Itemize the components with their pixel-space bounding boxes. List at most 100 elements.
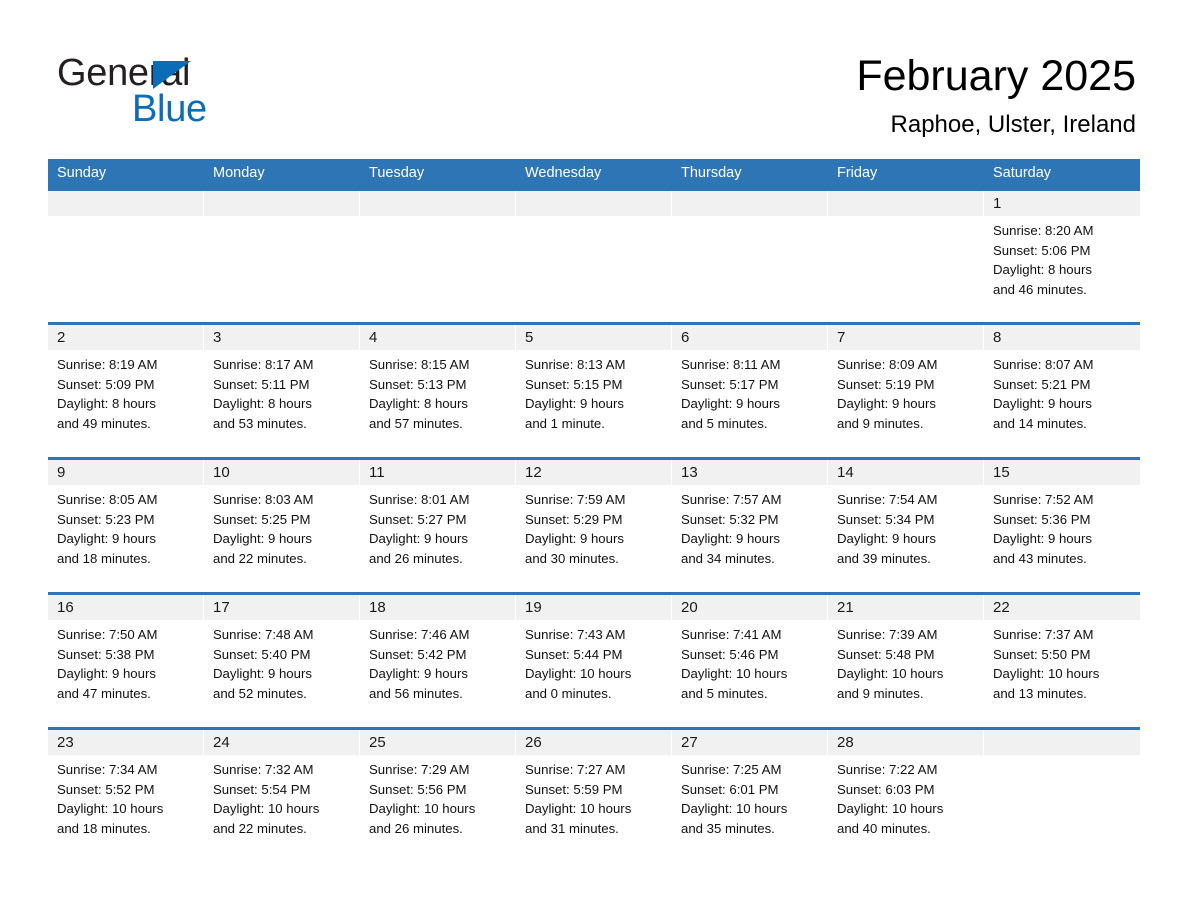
day-cell[interactable]: 5 Sunrise: 8:13 AM Sunset: 5:15 PM Daylight… [516, 325, 672, 457]
day-cell[interactable]: 21 Sunrise: 7:39 AM Sunset: 5:48 PM Dayligh… [828, 595, 984, 727]
daylight-text-line1: Daylight: 10 hours [213, 801, 320, 817]
day-cell[interactable]: 11 Sunrise: 8:01 AM Sunset: 5:27 PM Dayligh… [360, 460, 516, 592]
day-details: Sunrise: 8:13 AM Sunset: 5:15 PM Daylight:… [516, 350, 671, 433]
day-number-band: 18 [360, 595, 515, 620]
day-number: 27 [681, 734, 698, 751]
day-cell[interactable]: 14 Sunrise: 7:54 AM Sunset: 5:34 PM Dayligh… [828, 460, 984, 592]
day-number-band: 22 [984, 595, 1140, 620]
daylight-text-line2: and 39 minutes. [837, 550, 931, 566]
sunrise-text: Sunrise: 7:37 AM [993, 627, 1094, 642]
day-cell[interactable]: 18 Sunrise: 7:46 AM Sunset: 5:42 PM Dayligh… [360, 595, 516, 727]
day-cell[interactable]: 6 Sunrise: 8:11 AM Sunset: 5:17 PM Daylight… [672, 325, 828, 457]
day-cell[interactable]: 17 Sunrise: 7:48 AM Sunset: 5:40 PM Dayligh… [204, 595, 360, 727]
weekday-header-tuesday: Tuesday [369, 165, 425, 181]
day-details: Sunrise: 7:34 AM Sunset: 5:52 PM Daylight:… [48, 755, 203, 838]
sunset-text: Sunset: 5:40 PM [213, 646, 311, 662]
sunset-text: Sunset: 5:44 PM [525, 646, 623, 662]
sunrise-text: Sunrise: 7:41 AM [681, 627, 782, 642]
sunrise-text: Sunrise: 7:59 AM [525, 492, 626, 507]
day-cell[interactable]: 4 Sunrise: 8:15 AM Sunset: 5:13 PM Daylight… [360, 325, 516, 457]
calendar-week-row: 2 Sunrise: 8:19 AM Sunset: 5:09 PM Daylight… [48, 322, 1140, 457]
sunset-text: Sunset: 5:56 PM [369, 781, 467, 797]
daylight-text-line2: and 34 minutes. [681, 550, 775, 566]
sunset-text: Sunset: 5:15 PM [525, 376, 623, 392]
sunset-text: Sunset: 5:42 PM [369, 646, 467, 662]
day-cell[interactable]: 2 Sunrise: 8:19 AM Sunset: 5:09 PM Daylight… [48, 325, 204, 457]
sunset-text: Sunset: 5:59 PM [525, 781, 623, 797]
daylight-text-line2: and 18 minutes. [57, 550, 151, 566]
daylight-text-line1: Daylight: 8 hours [57, 396, 156, 412]
daylight-text-line1: Daylight: 10 hours [837, 666, 944, 682]
day-details: Sunrise: 8:05 AM Sunset: 5:23 PM Daylight:… [48, 485, 203, 568]
day-cell[interactable]: 28 Sunrise: 7:22 AM Sunset: 6:03 PM Dayligh… [828, 730, 984, 858]
daylight-text-line2: and 18 minutes. [57, 820, 151, 836]
day-cell-empty [516, 191, 672, 322]
day-cell[interactable]: 24 Sunrise: 7:32 AM Sunset: 5:54 PM Dayligh… [204, 730, 360, 858]
daylight-text-line1: Daylight: 9 hours [837, 531, 936, 547]
day-cell[interactable]: 23 Sunrise: 7:34 AM Sunset: 5:52 PM Dayligh… [48, 730, 204, 858]
day-cell[interactable]: 16 Sunrise: 7:50 AM Sunset: 5:38 PM Dayligh… [48, 595, 204, 727]
day-number: 23 [57, 734, 74, 751]
sunrise-text: Sunrise: 7:43 AM [525, 627, 626, 642]
sunset-text: Sunset: 5:27 PM [369, 511, 467, 527]
day-details: Sunrise: 8:09 AM Sunset: 5:19 PM Daylight:… [828, 350, 983, 433]
day-cell[interactable]: 26 Sunrise: 7:27 AM Sunset: 5:59 PM Dayligh… [516, 730, 672, 858]
day-number: 3 [213, 329, 222, 346]
day-cell[interactable]: 7 Sunrise: 8:09 AM Sunset: 5:19 PM Daylight… [828, 325, 984, 457]
sunset-text: Sunset: 5:46 PM [681, 646, 779, 662]
day-number: 4 [369, 329, 378, 346]
day-cell[interactable]: 9 Sunrise: 8:05 AM Sunset: 5:23 PM Daylight… [48, 460, 204, 592]
day-cell[interactable]: 15 Sunrise: 7:52 AM Sunset: 5:36 PM Dayligh… [984, 460, 1140, 592]
day-cell[interactable]: 27 Sunrise: 7:25 AM Sunset: 6:01 PM Dayligh… [672, 730, 828, 858]
day-details: Sunrise: 7:41 AM Sunset: 5:46 PM Daylight:… [672, 620, 827, 703]
sunset-text: Sunset: 5:48 PM [837, 646, 935, 662]
day-cell[interactable]: 12 Sunrise: 7:59 AM Sunset: 5:29 PM Dayligh… [516, 460, 672, 592]
daylight-text-line2: and 22 minutes. [213, 820, 307, 836]
calendar-weeks: 1 Sunrise: 8:20 AM Sunset: 5:06 PM Daylight… [48, 188, 1140, 858]
calendar-page: General Blue February 2025 Raphoe, Ulste… [0, 0, 1188, 918]
sunrise-text: Sunrise: 8:19 AM [57, 357, 158, 372]
day-cell[interactable]: 10 Sunrise: 8:03 AM Sunset: 5:25 PM Dayligh… [204, 460, 360, 592]
sunrise-text: Sunrise: 8:15 AM [369, 357, 470, 372]
sunset-text: Sunset: 5:23 PM [57, 511, 155, 527]
day-number-band: 8 [984, 325, 1140, 350]
generalblue-logo[interactable]: General Blue [57, 52, 317, 132]
day-cell[interactable]: 20 Sunrise: 7:41 AM Sunset: 5:46 PM Dayligh… [672, 595, 828, 727]
day-cell[interactable]: 8 Sunrise: 8:07 AM Sunset: 5:21 PM Daylight… [984, 325, 1140, 457]
day-cell[interactable]: 19 Sunrise: 7:43 AM Sunset: 5:44 PM Dayligh… [516, 595, 672, 727]
day-number-band: 19 [516, 595, 671, 620]
day-cell[interactable]: 3 Sunrise: 8:17 AM Sunset: 5:11 PM Daylight… [204, 325, 360, 457]
title-block: February 2025 Raphoe, Ulster, Ireland [856, 50, 1136, 142]
day-number: 28 [837, 734, 854, 751]
daylight-text-line2: and 0 minutes. [525, 685, 612, 701]
day-details: Sunrise: 7:39 AM Sunset: 5:48 PM Daylight:… [828, 620, 983, 703]
day-details: Sunrise: 7:57 AM Sunset: 5:32 PM Daylight:… [672, 485, 827, 568]
sunrise-text: Sunrise: 7:50 AM [57, 627, 158, 642]
day-cell[interactable]: 13 Sunrise: 7:57 AM Sunset: 5:32 PM Dayligh… [672, 460, 828, 592]
daylight-text-line1: Daylight: 9 hours [525, 531, 624, 547]
daylight-text-line1: Daylight: 9 hours [993, 531, 1092, 547]
day-number-band: 21 [828, 595, 983, 620]
day-number-band: 11 [360, 460, 515, 485]
daylight-text-line1: Daylight: 9 hours [525, 396, 624, 412]
daylight-text-line2: and 35 minutes. [681, 820, 775, 836]
day-cell[interactable]: 25 Sunrise: 7:29 AM Sunset: 5:56 PM Dayligh… [360, 730, 516, 858]
day-number: 2 [57, 329, 66, 346]
daylight-text-line1: Daylight: 10 hours [525, 801, 632, 817]
sunset-text: Sunset: 6:01 PM [681, 781, 779, 797]
day-cell[interactable]: 1 Sunrise: 8:20 AM Sunset: 5:06 PM Daylight… [984, 191, 1140, 322]
day-number-band: 12 [516, 460, 671, 485]
daylight-text-line1: Daylight: 10 hours [681, 666, 788, 682]
day-number-band: 26 [516, 730, 671, 755]
sunrise-text: Sunrise: 7:48 AM [213, 627, 314, 642]
daylight-text-line1: Daylight: 10 hours [681, 801, 788, 817]
day-cell-empty [204, 191, 360, 322]
daylight-text-line1: Daylight: 10 hours [837, 801, 944, 817]
sunrise-text: Sunrise: 7:22 AM [837, 762, 938, 777]
day-cell[interactable]: 22 Sunrise: 7:37 AM Sunset: 5:50 PM Dayligh… [984, 595, 1140, 727]
day-cell-empty [672, 191, 828, 322]
sunrise-text: Sunrise: 7:32 AM [213, 762, 314, 777]
weekday-header-friday: Friday [837, 165, 878, 181]
sunset-text: Sunset: 6:03 PM [837, 781, 935, 797]
calendar-table: Sunday Monday Tuesday Wednesday Thursday… [48, 159, 1140, 858]
